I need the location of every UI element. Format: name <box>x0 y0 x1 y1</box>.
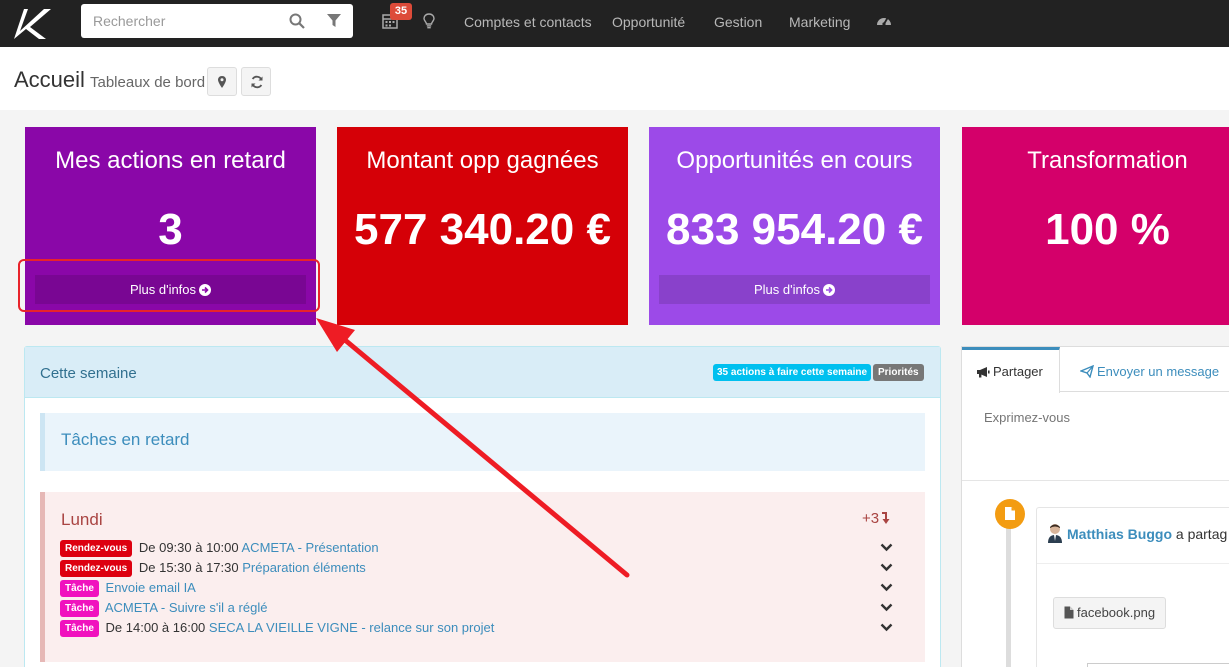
event-link[interactable]: Envoie email IA <box>106 580 196 595</box>
day-title: Lundi <box>61 510 103 529</box>
kpi-title: Transformation <box>1027 147 1188 174</box>
kpi-title: Mes actions en retard <box>55 147 286 174</box>
search-icon[interactable] <box>289 13 305 29</box>
event-link[interactable]: Préparation éléments <box>242 560 366 575</box>
chevron-down-icon[interactable] <box>880 583 893 592</box>
comment-input[interactable] <box>1087 663 1229 667</box>
divider <box>962 480 1229 481</box>
post-action: a partag <box>1175 526 1228 542</box>
week-panel: Cette semaine 35 actions à faire cette s… <box>24 346 941 667</box>
chevron-down-icon[interactable] <box>880 603 893 612</box>
kpi-value: 100 % <box>1045 205 1170 254</box>
attachment-button[interactable]: facebook.png <box>1053 597 1167 629</box>
event-link[interactable]: SECA LA VIEILLE VIGNE - relance sur son … <box>209 620 494 635</box>
event-time: De 09:30 à 10:00 <box>138 540 239 555</box>
kpi-montant-opp-gagnees: Montant opp gagnées 577 340.20 € <box>337 127 628 325</box>
top-navbar: 35 Comptes et contacts Opportunité Gesti… <box>0 0 1229 47</box>
location-button[interactable] <box>207 67 237 96</box>
divider <box>1037 563 1229 564</box>
day-section-lundi: Lundi +3 Rendez-vous De 09:30 à 10:00 AC… <box>40 492 925 662</box>
paper-plane-icon <box>1079 364 1095 379</box>
post-header: Matthias Buggo a partag <box>1047 523 1227 543</box>
attachment-name: facebook.png <box>1077 605 1156 620</box>
nav-marketing[interactable]: Marketing <box>789 14 850 30</box>
page-header: Accueil Tableaux de bord <box>0 47 1229 110</box>
lightbulb-icon[interactable] <box>423 13 435 29</box>
calendar-badge: 35 <box>390 3 412 20</box>
post-author[interactable]: Matthias Buggo <box>1067 526 1172 542</box>
bullhorn-icon <box>977 367 990 378</box>
kpi-title: Montant opp gagnées <box>366 147 599 174</box>
page-subtitle: Tableaux de bord <box>90 74 206 91</box>
more-info-label: Plus d'infos <box>753 282 821 297</box>
nav-gestion[interactable]: Gestion <box>714 14 762 30</box>
late-tasks-title: Tâches en retard <box>61 430 190 449</box>
list-item: Rendez-vous De 15:30 à 17:30 Préparation… <box>60 560 900 578</box>
kpi-value: 833 954.20 € <box>666 205 923 254</box>
list-item: Tâche ACMETA - Suivre s'il a réglé <box>60 600 900 618</box>
timeline-file-marker <box>995 499 1025 529</box>
dashboard-gauge-icon[interactable] <box>876 13 892 29</box>
page-title: Accueil <box>14 67 85 92</box>
file-icon <box>1064 606 1074 619</box>
kpi-transformation: Transformation 100 % <box>962 127 1229 325</box>
chevron-down-icon[interactable] <box>880 543 893 552</box>
tab-envoyer-message[interactable]: Envoyer un message <box>1079 364 1220 379</box>
list-item: Tâche De 14:00 à 16:00 SECA LA VIEILLE V… <box>60 620 900 638</box>
timeline-line <box>1006 517 1011 667</box>
share-input[interactable] <box>984 410 1184 425</box>
tab-envoyer-message-label: Envoyer un message <box>1097 364 1220 379</box>
kpi-opportunites-en-cours: Opportunités en cours 833 954.20 € Plus … <box>649 127 940 325</box>
kpi-title: Opportunités en cours <box>676 147 913 174</box>
kpi-value: 3 <box>158 205 183 254</box>
highlight-annotation-box <box>18 259 320 312</box>
list-item: Rendez-vous De 09:30 à 10:00 ACMETA - Pr… <box>60 540 900 558</box>
refresh-button[interactable] <box>241 67 271 96</box>
more-info-button[interactable]: Plus d'infos <box>659 275 930 304</box>
event-time: De 14:00 à 16:00 <box>105 620 206 635</box>
file-icon <box>1005 507 1015 520</box>
task-tag: Tâche <box>60 600 99 617</box>
actions-count-badge[interactable]: 35 actions à faire cette semaine <box>713 364 872 381</box>
day-more-button[interactable]: +3 <box>862 510 891 527</box>
task-tag: Tâche <box>60 580 99 597</box>
tab-partager[interactable]: Partager <box>962 347 1060 393</box>
priorities-badge[interactable]: Priorités <box>873 364 924 381</box>
chevron-down-icon[interactable] <box>880 623 893 632</box>
week-panel-header: Cette semaine 35 actions à faire cette s… <box>25 347 940 398</box>
task-tag: Tâche <box>60 620 99 637</box>
rendez-vous-tag: Rendez-vous <box>60 540 133 557</box>
event-link[interactable]: ACMETA - Suivre s'il a réglé <box>105 600 268 615</box>
social-tabs: Partager Envoyer un message <box>962 347 1229 393</box>
event-time: De 15:30 à 17:30 <box>138 560 239 575</box>
arrow-down-icon <box>882 512 890 524</box>
social-panel: Partager Envoyer un message Matthias Bug… <box>961 346 1229 667</box>
day-more-count: +3 <box>862 510 880 527</box>
nav-opportunite[interactable]: Opportunité <box>612 14 685 30</box>
tab-partager-label: Partager <box>993 364 1043 379</box>
avatar[interactable] <box>1047 523 1063 543</box>
filter-icon[interactable] <box>327 14 341 28</box>
late-tasks-section[interactable]: Tâches en retard <box>40 413 925 471</box>
arrow-circle-right-icon <box>823 284 836 296</box>
nav-comptes-contacts[interactable]: Comptes et contacts <box>464 14 592 30</box>
app-logo[interactable] <box>10 5 54 41</box>
event-link[interactable]: ACMETA - Présentation <box>242 540 379 555</box>
chevron-down-icon[interactable] <box>880 563 893 572</box>
map-marker-icon <box>218 76 226 88</box>
timeline-post: Matthias Buggo a partag facebook.png <box>1036 507 1229 667</box>
search-input[interactable] <box>81 4 281 38</box>
search-box <box>81 4 353 38</box>
kpi-value: 577 340.20 € <box>354 205 611 254</box>
week-panel-title: Cette semaine <box>40 365 137 382</box>
refresh-icon <box>251 75 263 89</box>
rendez-vous-tag: Rendez-vous <box>60 560 133 577</box>
list-item: Tâche Envoie email IA <box>60 580 900 598</box>
